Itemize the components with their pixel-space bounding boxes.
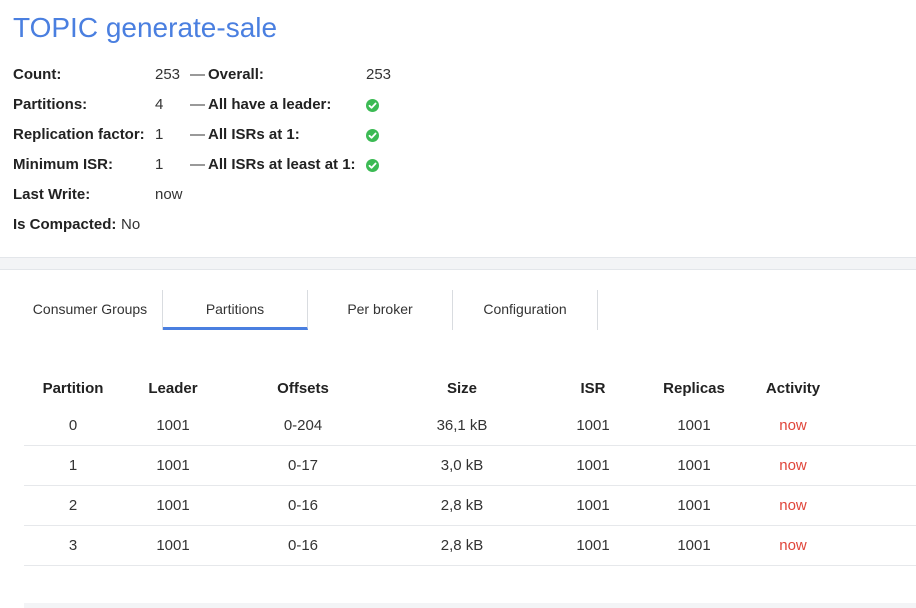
replication-factor-label: Replication factor: (13, 126, 145, 143)
cell-activity: now (779, 417, 807, 434)
cell-leader: 1001 (156, 457, 190, 474)
cell-replicas: 1001 (677, 417, 711, 434)
dash: — (190, 66, 205, 83)
column-header-activity[interactable]: Activity (744, 380, 842, 397)
cell-size: 2,8 kB (440, 497, 484, 514)
cell-isr: 1001 (576, 537, 610, 554)
dash: — (190, 96, 205, 113)
cell-isr: 1001 (576, 497, 610, 514)
cell-isr: 1001 (576, 457, 610, 474)
cell-activity: now (779, 497, 807, 514)
footer-divider (24, 603, 916, 608)
overall-label: Overall: (208, 66, 264, 83)
check-circle-icon (366, 159, 379, 172)
cell-size: 36,1 kB (436, 417, 488, 434)
cell-replicas: 1001 (677, 497, 711, 514)
cell-partition: 3 (68, 537, 78, 554)
cell-partition: 2 (68, 497, 78, 514)
tab-partitions[interactable]: Partitions (163, 290, 308, 330)
overall-value: 253 (366, 66, 392, 83)
cell-size: 3,0 kB (440, 457, 484, 474)
table-header: Partition Leader Offsets Size ISR Replic… (24, 380, 916, 406)
page-title: TOPIC generate-sale (13, 12, 278, 43)
cell-offsets: 0-17 (287, 457, 319, 474)
cell-activity: now (779, 457, 807, 474)
cell-offsets: 0-204 (283, 417, 323, 434)
table-row: 2 1001 0-16 2,8 kB 1001 1001 now (24, 485, 916, 526)
last-write-value: now (155, 186, 183, 203)
cell-isr: 1001 (576, 417, 610, 434)
check-circle-icon (366, 129, 379, 142)
tab-per-broker[interactable]: Per broker (308, 290, 453, 330)
table-row: 1 1001 0-17 3,0 kB 1001 1001 now (24, 445, 916, 486)
column-header-offsets[interactable]: Offsets (224, 380, 382, 397)
cell-leader: 1001 (156, 497, 190, 514)
column-header-leader[interactable]: Leader (122, 380, 224, 397)
count-label: Count: (13, 66, 62, 83)
last-write-label: Last Write: (13, 186, 91, 203)
column-header-size[interactable]: Size (382, 380, 542, 397)
is-compacted-value: No (121, 216, 141, 233)
replication-factor-value: 1 (155, 126, 164, 143)
all-isrs-at-1-label: All ISRs at 1: (208, 126, 300, 143)
cell-leader: 1001 (156, 537, 190, 554)
dash: — (190, 126, 205, 143)
table-row: 3 1001 0-16 2,8 kB 1001 1001 now (24, 525, 916, 566)
cell-offsets: 0-16 (287, 497, 319, 514)
count-value: 253 (155, 66, 181, 83)
section-divider (0, 257, 916, 270)
partitions-label: Partitions: (13, 96, 88, 113)
table-row: 0 1001 0-204 36,1 kB 1001 1001 now (24, 405, 916, 446)
all-have-leader-label: All have a leader: (208, 96, 332, 113)
minimum-isr-label: Minimum ISR: (13, 156, 113, 173)
cell-size: 2,8 kB (440, 537, 484, 554)
cell-partition: 1 (68, 457, 78, 474)
cell-replicas: 1001 (677, 457, 711, 474)
tab-consumer-groups[interactable]: Consumer Groups (18, 290, 163, 330)
cell-leader: 1001 (156, 417, 190, 434)
is-compacted-label: Is Compacted: (13, 216, 117, 233)
cell-offsets: 0-16 (287, 537, 319, 554)
cell-partition: 0 (68, 417, 78, 434)
dash: — (190, 156, 205, 173)
cell-activity: now (779, 537, 807, 554)
partitions-value: 4 (155, 96, 164, 113)
column-header-replicas[interactable]: Replicas (644, 380, 744, 397)
column-header-isr[interactable]: ISR (542, 380, 644, 397)
column-header-partition[interactable]: Partition (24, 380, 122, 397)
check-circle-icon (366, 99, 379, 112)
tab-configuration[interactable]: Configuration (453, 290, 598, 330)
all-isrs-at-least-label: All ISRs at least at 1: (208, 156, 356, 173)
minimum-isr-value: 1 (155, 156, 164, 173)
cell-replicas: 1001 (677, 537, 711, 554)
